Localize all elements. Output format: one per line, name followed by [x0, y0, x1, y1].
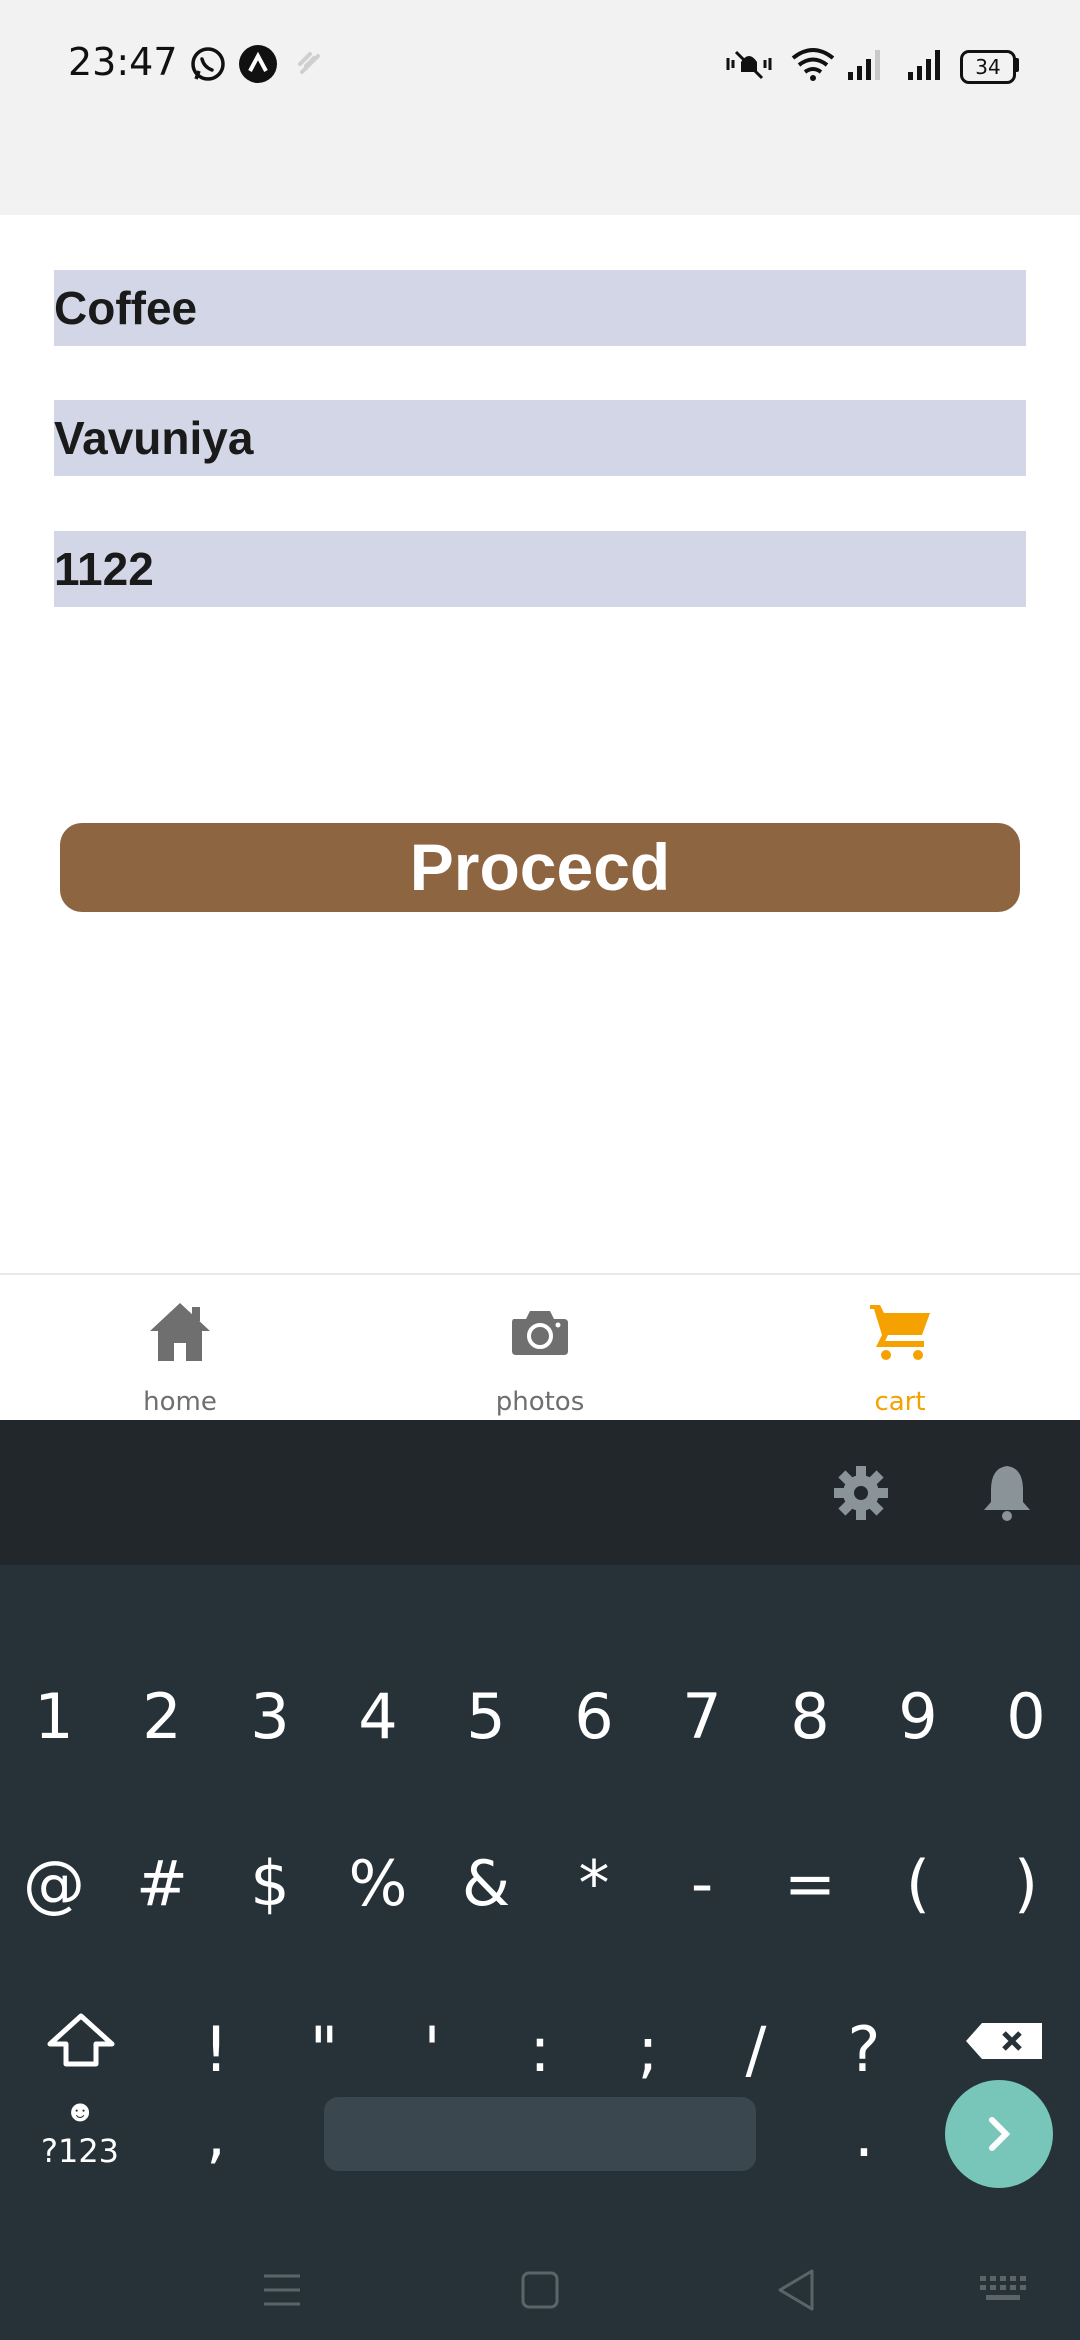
keyboard-hide-icon[interactable] [978, 2274, 1028, 2306]
key-2[interactable]: 2 [108, 1652, 216, 1782]
status-bar: 23:47 34 [0, 0, 1080, 215]
key-asterisk[interactable]: * [540, 1819, 648, 1949]
signal-icon [848, 50, 880, 80]
key-5[interactable]: 5 [432, 1652, 540, 1782]
nav-item-cart[interactable]: cart [720, 1275, 1080, 1421]
field-location-value: Vavuniya [54, 412, 254, 464]
key-minus[interactable]: - [648, 1819, 756, 1949]
key-9[interactable]: 9 [864, 1652, 972, 1782]
gear-icon[interactable] [832, 1464, 890, 1522]
key-period[interactable]: . [810, 2070, 918, 2200]
nav-label-photos: photos [495, 1387, 585, 1417]
battery-level: 34 [975, 55, 1001, 79]
key-percent[interactable]: % [324, 1819, 432, 1949]
proceed-button[interactable]: Procecd [60, 823, 1020, 912]
system-nav-bar [0, 2240, 1080, 2340]
keyboard-toolbar [0, 1420, 1080, 1565]
symbols-toggle-label: ?123 [40, 2132, 120, 2170]
nav-label-home: home [143, 1387, 217, 1417]
nav-item-home[interactable]: home [0, 1275, 360, 1421]
key-6[interactable]: 6 [540, 1652, 648, 1782]
home-icon [150, 1303, 210, 1361]
key-1[interactable]: 1 [0, 1652, 108, 1782]
whatsapp-icon [191, 47, 225, 81]
cart-icon [870, 1305, 930, 1360]
chevron-right-icon [989, 2117, 1011, 2151]
wifi-icon [791, 48, 835, 81]
spacebar[interactable] [324, 2097, 756, 2171]
app-icon [239, 45, 277, 83]
key-open-paren[interactable]: ( [864, 1819, 972, 1949]
key-dollar[interactable]: $ [216, 1819, 324, 1949]
signal-icon [908, 50, 940, 80]
back-icon[interactable] [776, 2268, 816, 2312]
field-number-value: 1122 [54, 543, 154, 595]
symbols-toggle-key[interactable]: ☻ ?123 [30, 2095, 130, 2185]
battery-tip [1014, 58, 1019, 72]
key-8[interactable]: 8 [756, 1652, 864, 1782]
key-single-quote[interactable]: ' [378, 1985, 486, 2115]
key-3[interactable]: 3 [216, 1652, 324, 1782]
field-item-name-value: Coffee [54, 282, 198, 334]
key-equals[interactable]: = [756, 1819, 864, 1949]
key-4[interactable]: 4 [324, 1652, 432, 1782]
bell-icon[interactable] [980, 1462, 1034, 1522]
backspace-icon [966, 2023, 1042, 2059]
nav-label-cart: cart [874, 1387, 926, 1417]
nav-item-photos[interactable]: photos [360, 1275, 720, 1421]
bottom-nav: home photos cart [0, 1273, 1080, 1421]
key-colon[interactable]: : [486, 1985, 594, 2115]
key-comma[interactable]: , [162, 2070, 270, 2200]
key-double-quote[interactable]: " [270, 1985, 378, 2115]
key-at[interactable]: @ [0, 1819, 108, 1949]
key-0[interactable]: 0 [972, 1652, 1080, 1782]
key-7[interactable]: 7 [648, 1652, 756, 1782]
camera-icon [512, 1311, 568, 1355]
emoji-icon: ☻ [64, 2095, 96, 2128]
status-time: 23:47 [68, 40, 178, 84]
shift-icon [47, 2013, 115, 2067]
key-close-paren[interactable]: ) [972, 1819, 1080, 1949]
field-number[interactable]: 1122 [54, 531, 1026, 607]
menu-icon[interactable] [262, 2270, 302, 2310]
sync-icon [298, 52, 320, 74]
field-location[interactable]: Vavuniya [54, 400, 1026, 476]
key-ampersand[interactable]: & [432, 1819, 540, 1949]
key-semicolon[interactable]: ; [594, 1985, 702, 2115]
field-item-name[interactable]: Coffee [54, 270, 1026, 346]
key-hash[interactable]: # [108, 1819, 216, 1949]
key-slash[interactable]: / [702, 1985, 810, 2115]
home-button-icon[interactable] [520, 2270, 560, 2310]
mute-icon [726, 50, 772, 80]
enter-key[interactable] [945, 2080, 1053, 2188]
shift-key[interactable] [26, 1975, 136, 2105]
battery-icon: 34 [960, 50, 1016, 84]
keyboard: 1 2 3 4 5 6 7 8 9 0 @ # $ % & * - = ( ) … [0, 1420, 1080, 2340]
